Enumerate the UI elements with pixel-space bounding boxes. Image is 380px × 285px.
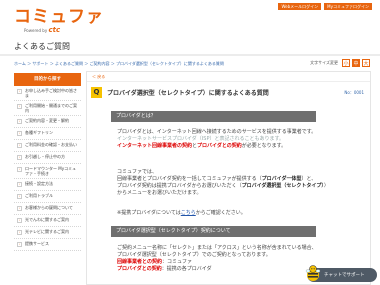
paragraph-commufa-plans: コミュファでは、 回線事業者とプロバイダ契約を一括してコミュファが提供する（プロ…: [117, 169, 329, 197]
text-line: インターネット回線事業者の契約とプロバイダとの契約が必要となります。: [117, 143, 316, 150]
bee-mascot-icon: [305, 265, 321, 281]
bold-text: プロバイダ一体型: [261, 176, 302, 182]
chevron-right-icon: ›: [17, 218, 22, 223]
question-title: プロバイダ選択型（セレクトタイプ）に関するよくある質問: [107, 90, 269, 97]
sidebar-item-gift[interactable]: › 各種ギフトリン: [14, 128, 81, 140]
chevron-right-icon: ›: [17, 194, 22, 199]
highlight-text: プロバイダとの契約: [197, 143, 242, 149]
chat-support-label: チャットでサポート: [324, 273, 365, 278]
text-span: ）と、: [301, 176, 317, 182]
partners-link[interactable]: こちら: [181, 210, 196, 216]
font-size-large-button[interactable]: 大: [362, 59, 370, 67]
text-line: 回線事業者との契約：コミュファ: [117, 259, 317, 266]
chevron-right-icon: ›: [17, 119, 22, 124]
sidebar-item-billing[interactable]: › ご利用料金の確認・お支払い: [14, 140, 81, 152]
q-badge: Q: [91, 87, 102, 98]
sidebar-item-questions[interactable]: › お客様からの疑問について: [14, 203, 81, 215]
font-size-switcher: 文字サイズ変更 小 中 大: [310, 59, 370, 67]
header-links: Webメールログイン Myコミュファログイン: [278, 3, 372, 10]
text-span: プロバイダ契約は提携プロバイダからお選びいただく（: [117, 183, 242, 189]
page-title: よくあるご質問: [14, 42, 70, 51]
text-line: プロバイダ契約は提携プロバイダからお選びいただく（プロバイダ選択型（セレクトタイ…: [117, 183, 329, 190]
text-line: プロバイダとの契約：提携の各プロバイダ: [117, 266, 317, 273]
text-span: ※提携プロバイダについては: [117, 210, 181, 216]
bold-text: プロバイダ選択型（セレクトタイプ）: [241, 183, 324, 189]
sidebar-item-label: 光テレビに関するご案内: [25, 229, 69, 234]
section-heading-provider: プロバイダとは？: [111, 111, 316, 122]
chevron-right-icon: ›: [17, 242, 22, 247]
header-divider: [0, 54, 380, 56]
sidebar-item-label: ご利用トラブル: [25, 193, 53, 198]
sidebar-item-moving[interactable]: › お引越し・停止中の方: [14, 152, 81, 164]
sidebar-item-label: 各種ギフトリン: [25, 130, 53, 135]
question-header: Q プロバイダ選択型（セレクトタイプ）に関するよくある質問: [91, 87, 269, 98]
logo[interactable]: コミュファ Powered by ctc: [14, 8, 104, 34]
font-size-medium-button[interactable]: 中: [352, 59, 360, 67]
webmail-login-link[interactable]: Webメールログイン: [278, 3, 322, 10]
sidebar-item-start[interactable]: › ご利用開始・開通までのご案内: [14, 101, 81, 116]
paragraph-provider-definition: プロバイダとは、インターネット回線へ接続するためのサービスを提供する事業者です。…: [117, 129, 316, 150]
text-line: プロバイダとは、インターネット回線へ接続するためのサービスを提供する事業者です。: [117, 129, 317, 135]
sidebar: 目的から探す › お申し込み手ご検討中の皆さま › ご利用開始・開通までのご案内 ›…: [14, 73, 81, 251]
text-line: からメニューをお選びいただけます。: [117, 190, 202, 196]
faq-panel: ＜ 戻る Q プロバイダ選択型（セレクトタイプ）に関するよくある質問 No：00…: [86, 71, 371, 285]
text-line: プロバイダ選択型（セレクトタイプ）でのご契約となっております。: [117, 252, 271, 258]
logo-sub-brand: ctc: [48, 26, 61, 34]
text-span: ：提携の各プロバイダ: [161, 266, 212, 272]
chevron-right-icon: ›: [17, 230, 22, 235]
sidebar-item-label: ご契約内容・変更・解約: [25, 118, 69, 123]
paragraph-select-type: ご契約メニュー名称に「セレクト」または「アクロス」という名称が含まれている場合、…: [117, 245, 317, 273]
sidebar-item-label: お申し込み手ご検討中の皆さま: [25, 88, 77, 98]
chevron-right-icon: ›: [17, 167, 22, 172]
sidebar-item-partners[interactable]: › 提携サービス: [14, 239, 81, 251]
highlight-text: プロバイダとの契約: [117, 266, 162, 272]
section-heading-select-type: プロバイダ選択型（セレクトタイプ）契約について: [111, 226, 316, 237]
text-line: 回線事業者とプロバイダ契約を一括してコミュファが提供する（プロバイダ一体型）と、: [117, 176, 329, 183]
sidebar-item-label: 光でんわに関するご案内: [25, 217, 69, 222]
chevron-right-icon: ›: [17, 131, 22, 136]
highlight-text: 回線事業者との契約: [117, 259, 162, 265]
sidebar-item-label: お客様からの疑問について: [25, 205, 73, 210]
sidebar-item-label: 提携サービス: [25, 241, 49, 246]
text-line: インターネットサービスプロバイダ（ISP）と表記されることもあります。: [117, 136, 284, 142]
text-span: が必要となります。: [241, 143, 287, 149]
breadcrumb[interactable]: ホーム ＞ サポート ＞ よくあるご質問 ＞ ご契約内容 ＞ プロバイダ選択型（…: [14, 61, 224, 67]
text-span: ）: [323, 183, 329, 189]
text-span: 回線事業者とプロバイダ契約を一括してコミュファが提供する（: [117, 176, 262, 182]
logo-text: コミュファ: [14, 7, 104, 27]
sidebar-item-tv[interactable]: › 光テレビに関するご案内: [14, 227, 81, 239]
logo-sub: Powered by ctc: [24, 26, 104, 34]
text-line: コミュファでは、: [117, 169, 158, 175]
sidebar-item-label: お引越し・停止中の方: [25, 154, 65, 159]
logo-sub-prefix: Powered by: [24, 28, 48, 33]
font-size-label: 文字サイズ変更: [310, 60, 338, 65]
sidebar-item-trouble[interactable]: › ご利用トラブル: [14, 191, 81, 203]
text-line: ご契約メニュー名称に「セレクト」または「アクロス」という名称が含まれている場合、: [117, 245, 317, 251]
chat-support-button[interactable]: チャットでサポート: [305, 265, 377, 282]
chevron-right-icon: ›: [17, 206, 22, 211]
sidebar-heading: 目的から探す: [14, 73, 81, 86]
mycommufa-login-link[interactable]: Myコミュファログイン: [324, 3, 372, 10]
question-number: No：0001: [344, 90, 364, 95]
paragraph-partner-note: ※提携プロバイダについてはこちらからご確認ください。: [117, 210, 246, 217]
highlight-text: インターネット回線事業者の契約: [117, 143, 193, 149]
font-size-small-button[interactable]: 小: [342, 59, 350, 67]
sidebar-item-router[interactable]: › ロードマウンター Myコミュファ・手続き: [14, 164, 81, 179]
sidebar-item-label: ご利用開始・開通までのご案内: [25, 103, 77, 113]
sidebar-item-phone[interactable]: › 光でんわに関するご案内: [14, 215, 81, 227]
sidebar-item-setup[interactable]: › 接続・設定方法: [14, 179, 81, 191]
sidebar-item-considering[interactable]: › お申し込み手ご検討中の皆さま: [14, 86, 81, 101]
chevron-right-icon: ›: [17, 143, 22, 148]
sidebar-item-label: ご利用料金の確認・お支払い: [25, 142, 77, 147]
chevron-right-icon: ›: [17, 182, 22, 187]
sidebar-item-contract[interactable]: › ご契約内容・変更・解約: [14, 116, 81, 128]
back-link[interactable]: ＜ 戻る: [87, 72, 370, 82]
chevron-right-icon: ›: [17, 89, 22, 94]
text-span: からご確認ください。: [195, 210, 246, 216]
sidebar-item-label: 接続・設定方法: [25, 181, 53, 186]
chevron-right-icon: ›: [17, 155, 22, 160]
sidebar-item-label: ロードマウンター Myコミュファ・手続き: [25, 166, 77, 176]
chevron-right-icon: ›: [17, 104, 22, 109]
text-span: ：コミュファ: [161, 259, 192, 265]
